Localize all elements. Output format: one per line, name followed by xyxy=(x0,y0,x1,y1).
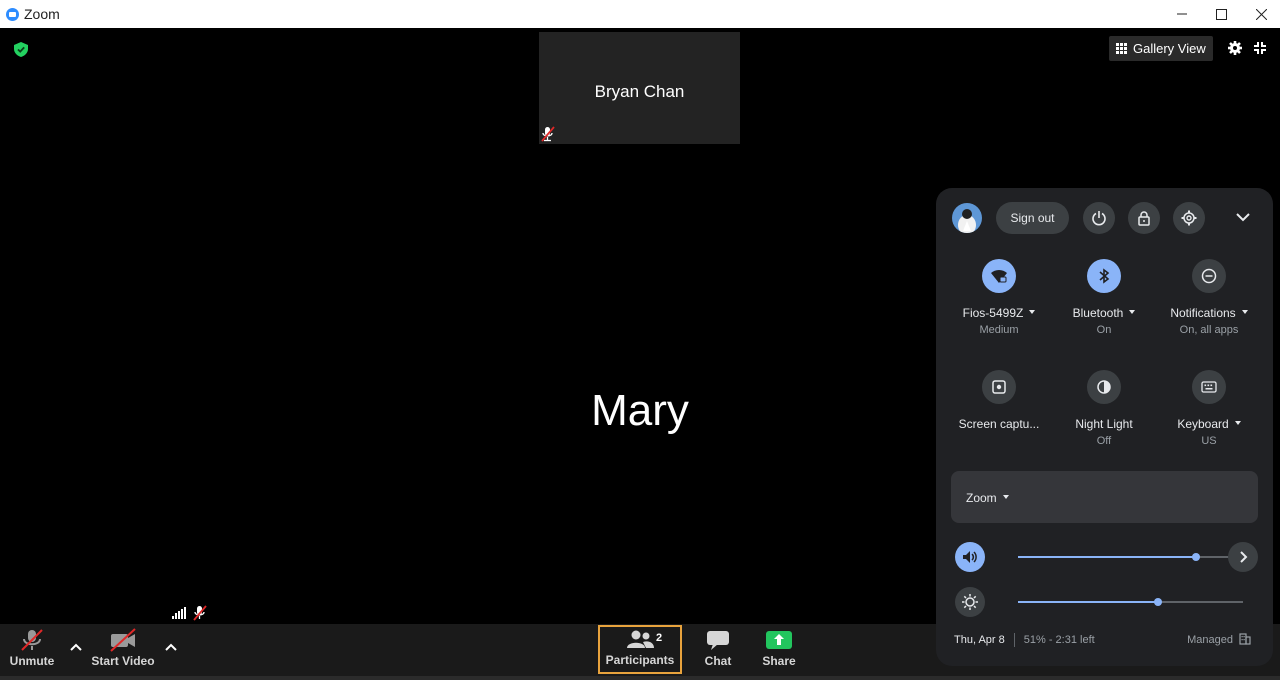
gallery-view-button[interactable]: Gallery View xyxy=(1109,36,1213,61)
notifications-dropdown-icon xyxy=(1241,309,1248,314)
video-options-chevron-up-icon[interactable] xyxy=(165,642,177,652)
battery-status: 51% - 2:31 left xyxy=(1023,634,1095,646)
brightness-slider-fill xyxy=(1018,601,1158,603)
keyboard-icon[interactable] xyxy=(1192,370,1226,404)
volume-mute-button[interactable] xyxy=(955,542,985,572)
bluetooth-dropdown-icon xyxy=(1129,309,1136,314)
tile-screen-capture[interactable]: Screen captu... xyxy=(949,370,1049,431)
participant-thumbnail[interactable]: Bryan Chan xyxy=(539,32,740,144)
wifi-network-label: Fios-5499Z xyxy=(962,306,1024,320)
sign-out-button[interactable]: Sign out xyxy=(996,202,1069,234)
media-dropdown-icon xyxy=(1002,494,1009,499)
unmute-label: Unmute xyxy=(9,654,55,668)
chat-label: Chat xyxy=(704,654,732,668)
tile-bluetooth[interactable]: Bluetooth On xyxy=(1054,259,1154,336)
tile-wifi[interactable]: Fios-5499Z Medium xyxy=(949,259,1049,336)
share-button[interactable]: Share xyxy=(759,624,799,676)
power-icon xyxy=(1092,211,1106,226)
zoom-logo-icon xyxy=(6,7,19,21)
video-off-camera-icon xyxy=(110,628,136,652)
speaker-muted-mic-icon xyxy=(193,605,207,621)
power-button[interactable] xyxy=(1083,202,1115,234)
bluetooth-label: Bluetooth xyxy=(1072,306,1124,320)
night-light-icon[interactable] xyxy=(1087,370,1121,404)
screen-capture-icon[interactable] xyxy=(982,370,1016,404)
enterprise-building-icon xyxy=(1239,633,1251,645)
screen-capture-label: Screen captu... xyxy=(958,417,1040,431)
close-button[interactable] xyxy=(1241,0,1280,28)
thumbnail-participant-name: Bryan Chan xyxy=(594,82,685,101)
chevron-right-icon xyxy=(1240,551,1248,563)
unmute-button[interactable]: Unmute xyxy=(6,624,58,676)
maximize-button[interactable] xyxy=(1201,0,1241,28)
keyboard-layout: US xyxy=(1201,435,1217,447)
fullscreen-icon[interactable] xyxy=(1252,40,1268,56)
chat-bubble-icon xyxy=(707,631,729,650)
footer-divider xyxy=(1013,633,1015,647)
quick-settings-panel: Sign out Fios-5499Z Medium Bluetooth On … xyxy=(936,188,1273,666)
tile-keyboard[interactable]: Keyboard US xyxy=(1159,370,1259,447)
muted-microphone-icon xyxy=(21,629,43,651)
brightness-button[interactable] xyxy=(955,587,985,617)
participants-label: Participants xyxy=(605,653,675,667)
settings-gear-icon[interactable] xyxy=(1227,40,1243,56)
window-titlebar: Zoom xyxy=(0,0,1280,28)
gallery-view-label: Gallery View xyxy=(1133,41,1206,56)
taskbar-strip xyxy=(0,676,1280,680)
start-video-button[interactable]: Start Video xyxy=(90,624,156,676)
volume-icon xyxy=(963,551,977,563)
chat-button[interactable]: Chat xyxy=(700,624,736,676)
notifications-label: Notifications xyxy=(1170,306,1236,320)
tile-night-light[interactable]: Night Light Off xyxy=(1054,370,1154,447)
start-video-label: Start Video xyxy=(91,654,155,668)
night-light-status: Off xyxy=(1096,435,1112,447)
share-label: Share xyxy=(762,654,796,668)
volume-slider[interactable] xyxy=(1018,553,1243,561)
encryption-shield-icon[interactable] xyxy=(14,42,28,57)
participants-icon xyxy=(627,630,654,648)
wifi-dropdown-icon xyxy=(1029,309,1036,314)
bluetooth-icon[interactable] xyxy=(1087,259,1121,293)
do-not-disturb-icon[interactable] xyxy=(1192,259,1226,293)
wifi-icon[interactable] xyxy=(982,259,1016,293)
tile-notifications[interactable]: Notifications On, all apps xyxy=(1159,259,1259,336)
participants-count-badge: 2 xyxy=(656,632,663,644)
window-title: Zoom xyxy=(24,6,60,22)
audio-settings-next-button[interactable] xyxy=(1228,542,1258,572)
active-speaker-name: Mary xyxy=(591,386,689,435)
brightness-icon xyxy=(962,594,978,610)
date-label[interactable]: Thu, Apr 8 xyxy=(954,634,1005,646)
share-screen-icon xyxy=(766,631,792,649)
muted-mic-icon xyxy=(541,126,555,142)
lock-button[interactable] xyxy=(1128,202,1160,234)
quick-settings-footer: Thu, Apr 8 51% - 2:31 left Managed xyxy=(954,633,1259,647)
media-app-label: Zoom xyxy=(966,491,997,505)
user-avatar[interactable] xyxy=(952,203,982,233)
minimize-button[interactable] xyxy=(1162,0,1202,28)
wifi-strength: Medium xyxy=(979,324,1019,336)
audio-options-chevron-up-icon[interactable] xyxy=(70,642,82,652)
media-output-selector[interactable]: Zoom xyxy=(951,471,1258,523)
volume-slider-knob[interactable] xyxy=(1191,553,1200,561)
settings-button[interactable] xyxy=(1173,202,1205,234)
keyboard-label: Keyboard xyxy=(1177,417,1229,431)
settings-gear-icon xyxy=(1181,210,1197,226)
brightness-slider-knob[interactable] xyxy=(1153,598,1162,606)
participants-button[interactable]: 2 Participants xyxy=(598,625,682,674)
managed-label[interactable]: Managed xyxy=(1187,634,1233,646)
brightness-slider[interactable] xyxy=(1018,598,1243,606)
collapse-chevron-down-icon[interactable] xyxy=(1234,208,1252,226)
keyboard-dropdown-icon xyxy=(1234,420,1241,425)
signal-strength-icon xyxy=(172,607,186,619)
notifications-status: On, all apps xyxy=(1179,324,1239,336)
bluetooth-status: On xyxy=(1096,324,1112,336)
volume-slider-fill xyxy=(1018,556,1196,558)
lock-icon xyxy=(1138,211,1150,226)
night-light-label: Night Light xyxy=(1075,417,1133,431)
grid-icon xyxy=(1116,43,1127,54)
